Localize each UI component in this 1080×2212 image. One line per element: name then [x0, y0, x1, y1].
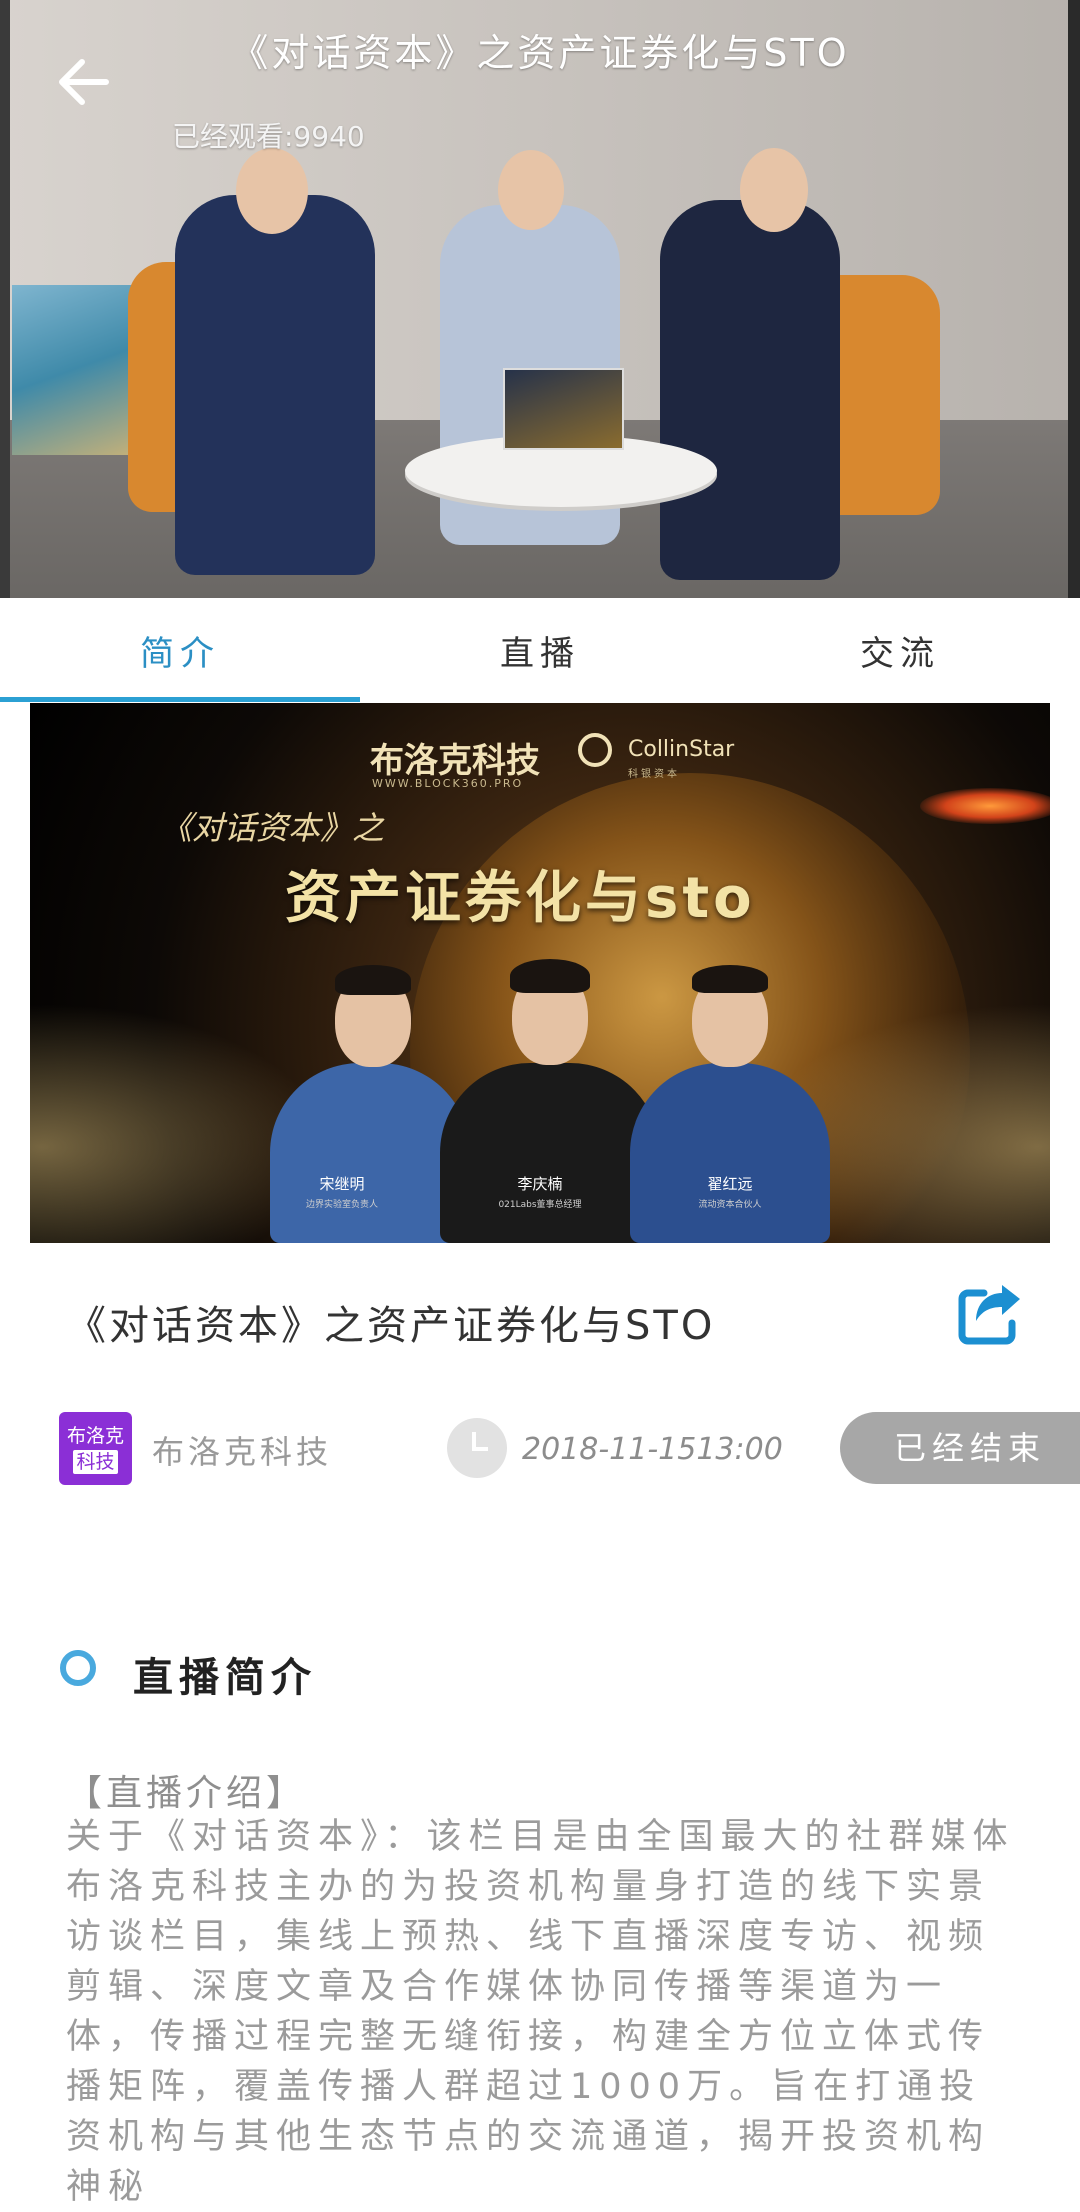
- banner-flare: [920, 788, 1050, 824]
- guest-right-body: [630, 1063, 830, 1243]
- guest-middle-body: [440, 1063, 660, 1243]
- arrow-left-icon[interactable]: [52, 56, 112, 108]
- banner-partner-sub: 科银资本: [628, 769, 680, 780]
- org-logo-line1: 布洛克: [66, 1424, 124, 1447]
- article-title: 《对话资本》之资产证券化与STO: [66, 1303, 716, 1349]
- video-title: 《对话资本》之资产证券化与STO: [230, 31, 850, 75]
- person-middle-head: [498, 150, 564, 230]
- video-player[interactable]: 《对话资本》之资产证券化与STO 已经观看:9940: [0, 0, 1080, 598]
- guest-name-right: 翟红远: [707, 1175, 753, 1193]
- banner-headline: 资产证券化与sto: [285, 866, 756, 931]
- guest-role-left: 边界实验室负责人: [305, 1200, 378, 1210]
- start-time: 2018-11-1513:00: [522, 1432, 783, 1467]
- guest-name-middle: 李庆楠: [517, 1175, 563, 1193]
- tab-intro[interactable]: 简介: [0, 598, 360, 702]
- collinstar-logo-icon: [578, 733, 612, 767]
- banner-brand: 布洛克科技: [370, 741, 540, 781]
- guest-name-left: 宋继明: [319, 1175, 365, 1193]
- video-edge-left: [0, 0, 10, 598]
- video-edge-right: [1068, 0, 1080, 598]
- section-title: 直播简介: [133, 1655, 317, 1701]
- banner-brand-url: WWW.BLOCK360.PRO: [372, 777, 524, 790]
- section-circle-icon: [60, 1650, 96, 1686]
- guest-role-middle: 021Labs董事总经理: [498, 1200, 582, 1210]
- share-icon[interactable]: [958, 1283, 1024, 1345]
- status-badge: 已经结束: [840, 1412, 1080, 1484]
- tab-live[interactable]: 直播: [360, 598, 720, 702]
- event-banner: 布洛克科技 WWW.BLOCK360.PRO CollinStar 科银资本 《…: [30, 703, 1050, 1243]
- person-right-head: [740, 148, 808, 232]
- guest-left-hair: [335, 965, 411, 995]
- guest-middle-hair: [510, 959, 590, 993]
- person-left: [175, 195, 375, 575]
- person-left-head: [236, 148, 308, 234]
- wall-painting: [12, 285, 132, 455]
- clock-icon: [447, 1418, 507, 1478]
- tab-bar: 简介 直播 交流: [0, 598, 1080, 702]
- tab-chat[interactable]: 交流: [720, 598, 1080, 702]
- intro-heading: 【直播介绍】: [66, 1773, 307, 1814]
- org-name[interactable]: 布洛克科技: [152, 1427, 332, 1473]
- intro-body: 关于《对话资本》：该栏目是由全国最大的社群媒体布洛克科技主办的为投资机构量身打造…: [66, 1817, 1015, 2207]
- view-count: 已经观看:9940: [172, 120, 365, 153]
- share-svg: [958, 1285, 1020, 1345]
- banner-partner: CollinStar: [628, 737, 735, 762]
- table-sign: [503, 368, 624, 450]
- guest-right-hair: [692, 965, 768, 993]
- guest-role-right: 流动资本合伙人: [698, 1200, 762, 1210]
- tab-indicator: [0, 697, 360, 702]
- org-logo-line2: 科技: [73, 1449, 118, 1474]
- banner-series: 《对话资本》之: [160, 809, 385, 847]
- back-arrow-svg: [59, 59, 109, 105]
- person-right: [660, 200, 840, 580]
- org-logo[interactable]: 布洛克 科技: [59, 1412, 132, 1485]
